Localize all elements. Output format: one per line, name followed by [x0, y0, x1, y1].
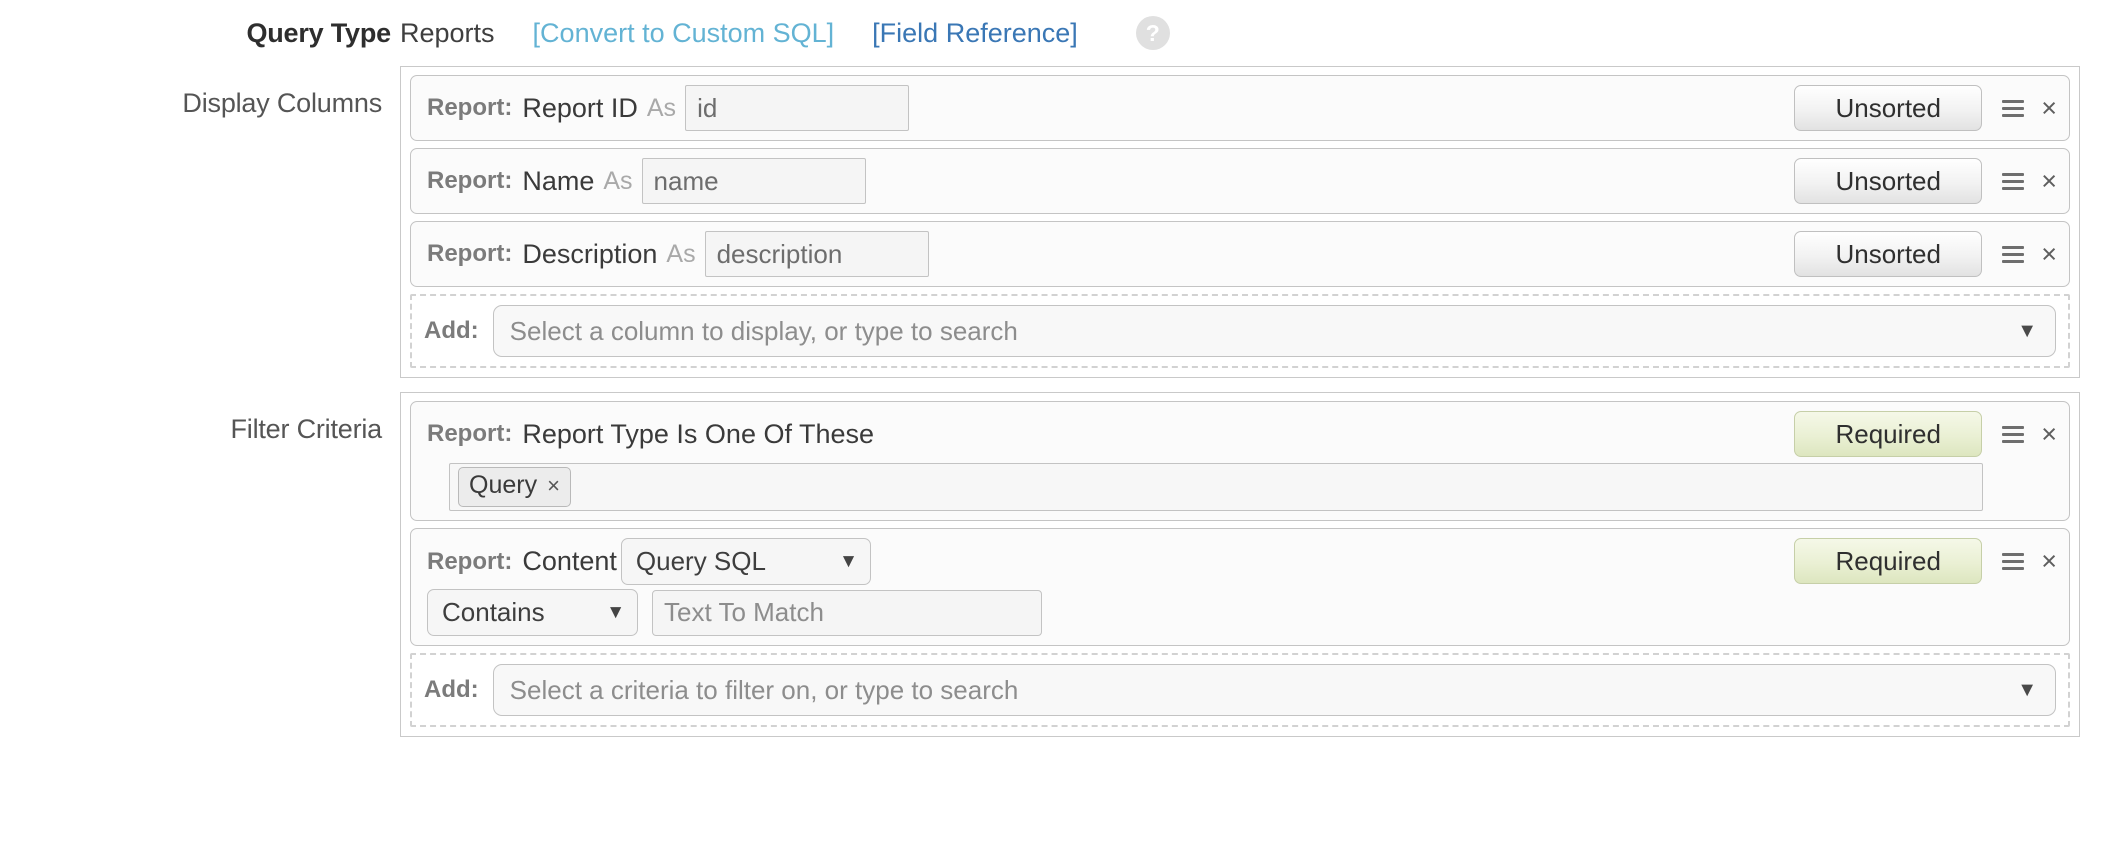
- operator-select[interactable]: Contains ▼: [427, 589, 638, 636]
- as-keyword: As: [603, 166, 633, 195]
- convert-to-custom-sql-link[interactable]: [Convert to Custom SQL]: [533, 18, 835, 49]
- drag-handle-icon[interactable]: [2002, 172, 2025, 190]
- token-remove-icon[interactable]: ×: [547, 472, 560, 500]
- query-type-label: Query Type: [246, 17, 391, 48]
- filter-criteria-row: Report: Report Type Is One Of These Quer…: [410, 401, 2070, 521]
- operator-select-value: Contains: [442, 597, 545, 627]
- display-column-row: Report: Name As Unsorted ×: [410, 148, 2070, 214]
- close-icon[interactable]: ×: [2041, 547, 2057, 575]
- close-icon[interactable]: ×: [2041, 167, 2057, 195]
- row-prefix: Report:: [427, 547, 513, 575]
- display-columns-section: Display Columns Report: Report ID As Uns…: [0, 66, 2106, 378]
- drag-handle-icon[interactable]: [2002, 99, 2025, 117]
- drag-handle-icon[interactable]: [2002, 245, 2025, 263]
- add-criteria-placeholder: Select a criteria to filter on, or type …: [509, 674, 1019, 705]
- chevron-down-icon: ▼: [2017, 678, 2037, 701]
- content-field-select[interactable]: Query SQL ▼: [620, 538, 871, 585]
- sort-state-button[interactable]: Unsorted: [1794, 85, 1983, 131]
- criteria-field-name: Content: [522, 546, 617, 576]
- add-label: Add:: [424, 317, 479, 344]
- row-controls: Unsorted ×: [1794, 158, 2057, 204]
- display-column-row: Report: Description As Unsorted ×: [410, 221, 2070, 287]
- required-state-button[interactable]: Required: [1794, 538, 1983, 584]
- add-display-column-row: Add: Select a column to display, or type…: [410, 294, 2070, 368]
- value-token[interactable]: Query ×: [458, 467, 571, 507]
- query-type-header: Query Type Reports [Convert to Custom SQ…: [0, 0, 2106, 66]
- row-prefix: Report:: [427, 240, 513, 267]
- close-icon[interactable]: ×: [2041, 94, 2057, 122]
- match-text-input[interactable]: [652, 589, 1042, 636]
- query-builder-page: Query Type Reports [Convert to Custom SQ…: [0, 0, 2106, 866]
- criteria-field-name: Report Type Is One Of These: [522, 418, 875, 449]
- display-columns-label: Display Columns: [182, 88, 382, 118]
- row-controls: Unsorted ×: [1794, 231, 2057, 277]
- sort-state-button[interactable]: Unsorted: [1794, 158, 1983, 204]
- drag-handle-icon[interactable]: [2002, 425, 2025, 443]
- filter-criteria-operator-line: Contains ▼: [427, 589, 2057, 636]
- column-field-name: Description: [522, 238, 658, 269]
- as-keyword: As: [646, 93, 677, 122]
- add-filter-criteria-row: Add: Select a criteria to filter on, or …: [410, 653, 2070, 727]
- column-alias-input[interactable]: [641, 158, 866, 204]
- query-type-value: Reports: [400, 17, 495, 48]
- row-prefix: Report:: [427, 94, 513, 121]
- add-column-select[interactable]: Select a column to display, or type to s…: [492, 305, 2056, 357]
- row-controls: Required ×: [1794, 411, 2057, 457]
- row-controls: Required ×: [1794, 538, 2057, 584]
- field-reference-link[interactable]: [Field Reference]: [872, 18, 1078, 49]
- display-columns-body: Report: Report ID As Unsorted × Report: …: [400, 66, 2080, 378]
- chevron-down-icon: ▼: [839, 551, 858, 572]
- content-field-select-value: Query SQL: [635, 546, 766, 576]
- as-keyword: As: [666, 239, 696, 268]
- filter-criteria-body: Report: Report Type Is One Of These Quer…: [400, 392, 2080, 737]
- column-alias-input[interactable]: [685, 85, 910, 131]
- help-icon[interactable]: ?: [1135, 16, 1170, 50]
- filter-criteria-label: Filter Criteria: [230, 414, 382, 444]
- column-alias-input[interactable]: [704, 231, 929, 277]
- add-label: Add:: [424, 676, 479, 703]
- close-icon[interactable]: ×: [2041, 240, 2057, 268]
- chevron-down-icon: ▼: [606, 602, 625, 623]
- filter-criteria-row: Report: Content Query SQL ▼ Contains ▼ R…: [410, 528, 2070, 646]
- row-prefix: Report:: [427, 167, 513, 194]
- required-state-button[interactable]: Required: [1794, 411, 1983, 457]
- filter-criteria-section: Filter Criteria Report: Report Type Is O…: [0, 392, 2106, 737]
- add-column-placeholder: Select a column to display, or type to s…: [509, 315, 1018, 346]
- drag-handle-icon[interactable]: [2002, 552, 2025, 570]
- display-column-row: Report: Report ID As Unsorted ×: [410, 75, 2070, 141]
- add-criteria-select[interactable]: Select a criteria to filter on, or type …: [492, 664, 2056, 716]
- criteria-token-field[interactable]: Query ×: [449, 463, 1983, 511]
- close-icon[interactable]: ×: [2041, 420, 2057, 448]
- row-prefix: Report:: [427, 420, 513, 447]
- value-token-label: Query: [469, 471, 538, 500]
- column-field-name: Report ID: [522, 92, 638, 123]
- column-field-name: Name: [522, 165, 595, 196]
- chevron-down-icon: ▼: [2017, 319, 2037, 342]
- sort-state-button[interactable]: Unsorted: [1794, 231, 1983, 277]
- row-controls: Unsorted ×: [1794, 85, 2057, 131]
